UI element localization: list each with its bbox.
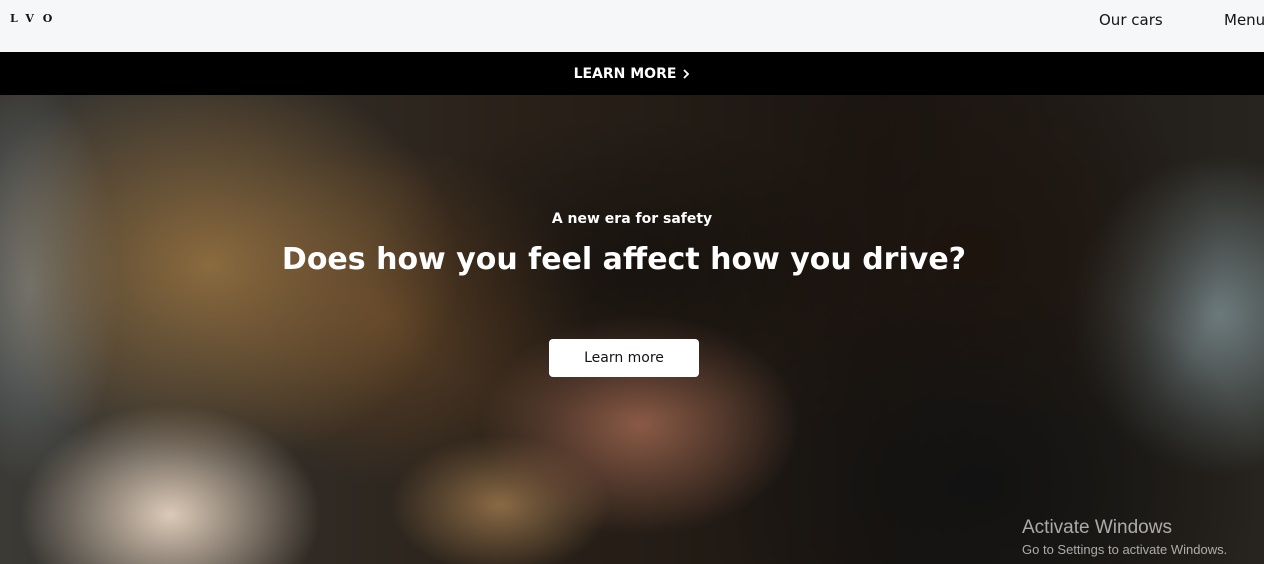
learn-more-button[interactable]: Learn more	[549, 339, 699, 377]
hero-eyebrow: A new era for safety	[551, 211, 713, 227]
hero-section: A new era for safety Does how you feel a…	[0, 95, 1264, 564]
hero-title: Does how you feel affect how you drive?	[281, 242, 967, 277]
promo-bar: LEARN MORE	[0, 52, 1264, 95]
learn-more-promo-link[interactable]: LEARN MORE	[574, 66, 691, 82]
brand-logo[interactable]: LVO	[10, 12, 61, 25]
activate-windows-title: Activate Windows	[1022, 517, 1172, 538]
site-header: LVO Our cars Menu	[0, 0, 1264, 52]
activate-windows-subtitle: Go to Settings to activate Windows.	[1022, 542, 1228, 557]
hero-background-image	[0, 95, 1264, 564]
chevron-right-icon	[683, 68, 690, 79]
nav-menu-link[interactable]: Menu	[1224, 11, 1264, 29]
nav-our-cars-link[interactable]: Our cars	[1099, 11, 1163, 29]
activate-windows-watermark: Activate Windows Go to Settings to activ…	[1022, 517, 1227, 559]
promo-link-label: LEARN MORE	[573, 65, 677, 82]
